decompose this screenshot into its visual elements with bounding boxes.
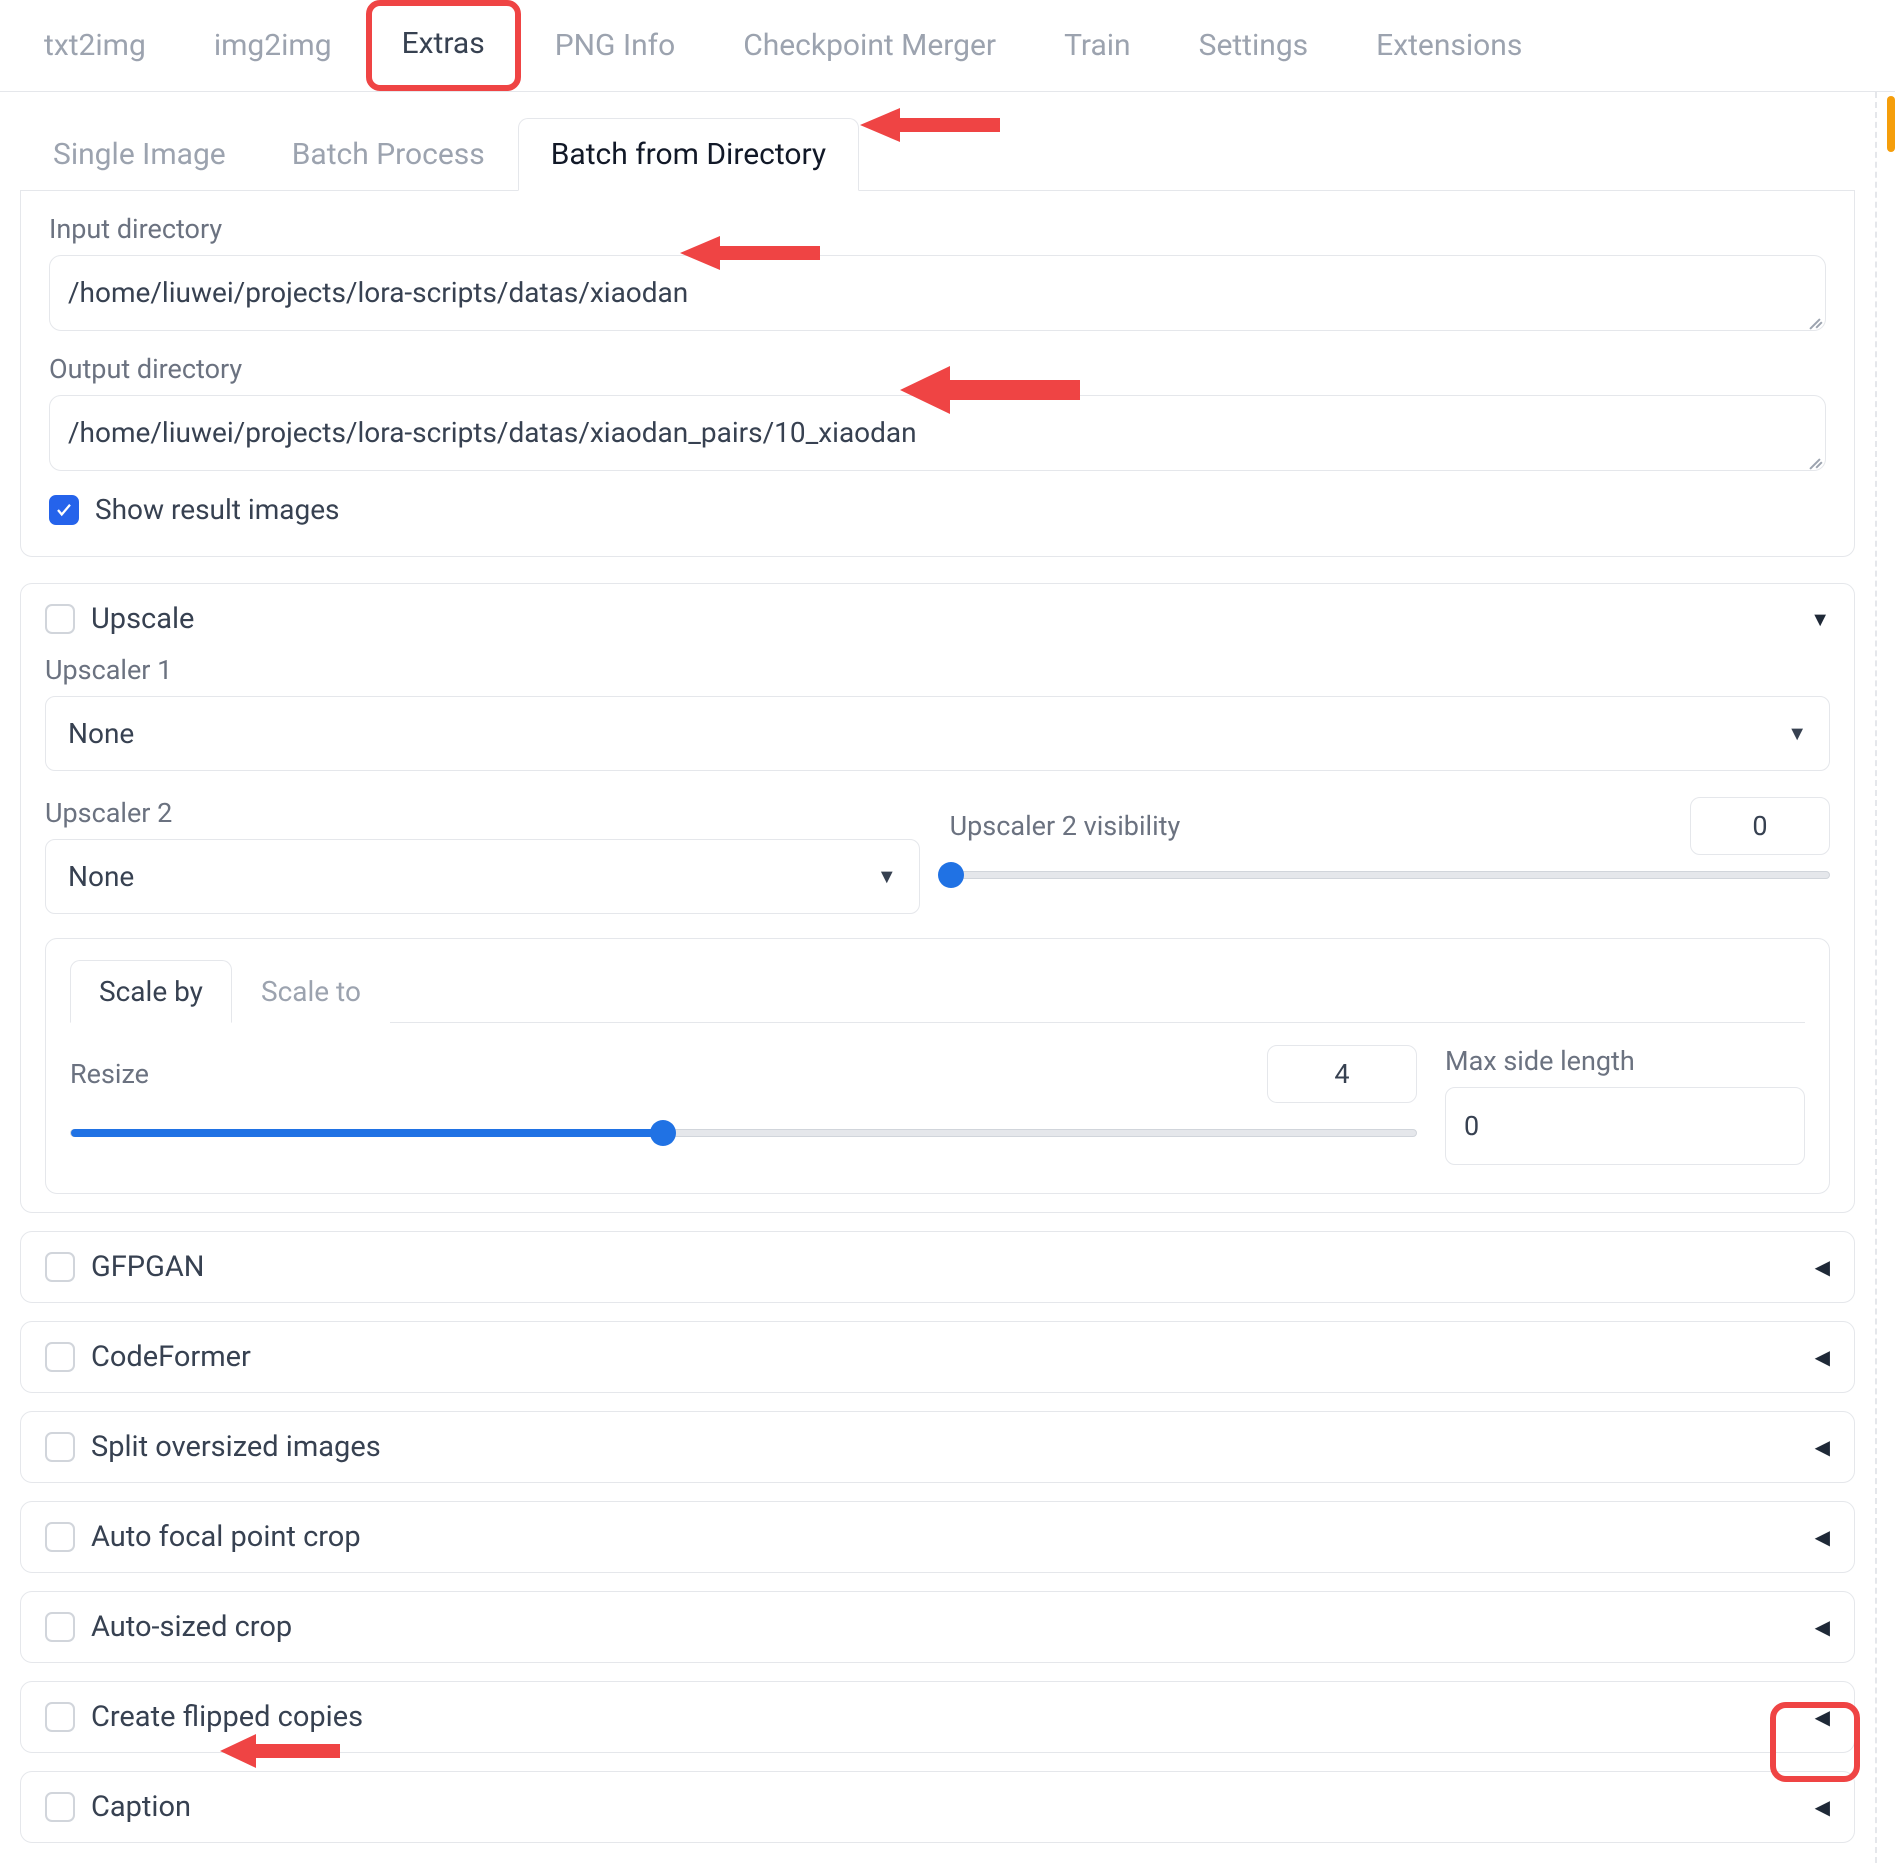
subtab-batch-from-directory[interactable]: Batch from Directory	[518, 118, 859, 191]
resize-label: Resize	[70, 1058, 149, 1090]
max-side-length-label: Max side length	[1445, 1045, 1805, 1077]
subtab-batch-process[interactable]: Batch Process	[259, 118, 518, 191]
input-directory-label: Input directory	[49, 213, 1826, 245]
chevron-left-icon[interactable]: ◀	[1815, 1345, 1830, 1369]
split-oversized-title: Split oversized images	[91, 1430, 1799, 1464]
caption-title: Caption	[91, 1790, 1799, 1824]
upscaler2-value: None	[68, 860, 134, 893]
auto-sized-checkbox[interactable]	[45, 1612, 75, 1642]
chevron-left-icon[interactable]: ◀	[1815, 1525, 1830, 1549]
resize-slider[interactable]	[70, 1129, 1417, 1137]
codeformer-checkbox[interactable]	[45, 1342, 75, 1372]
right-edge-marker	[1887, 96, 1895, 152]
auto-sized-title: Auto-sized crop	[91, 1610, 1799, 1644]
tab-scale-to[interactable]: Scale to	[232, 960, 390, 1023]
tab-img2img[interactable]: img2img	[180, 0, 366, 91]
upscale-title: Upscale	[91, 602, 1794, 636]
auto-focal-title: Auto focal point crop	[91, 1520, 1799, 1554]
flipped-copies-title: Create flipped copies	[91, 1700, 1799, 1734]
input-directory-field[interactable]: /home/liuwei/projects/lora-scripts/datas…	[49, 255, 1826, 331]
split-oversized-checkbox[interactable]	[45, 1432, 75, 1462]
tab-scale-by[interactable]: Scale by	[70, 960, 232, 1023]
flipped-copies-checkbox[interactable]	[45, 1702, 75, 1732]
tab-extras[interactable]: Extras	[366, 0, 521, 91]
tab-settings[interactable]: Settings	[1165, 0, 1343, 91]
caption-section: Caption ◀	[20, 1771, 1855, 1843]
tab-txt2img[interactable]: txt2img	[10, 0, 180, 91]
show-result-images-checkbox[interactable]	[49, 495, 79, 525]
resize-value[interactable]: 4	[1267, 1045, 1417, 1103]
upscaler2-visibility-value[interactable]: 0	[1690, 797, 1830, 855]
upscaler2-visibility-label: Upscaler 2 visibility	[950, 810, 1181, 842]
show-result-images-label: Show result images	[95, 493, 340, 526]
scale-panel: Scale by Scale to Resize 4	[45, 938, 1830, 1194]
codeformer-title: CodeFormer	[91, 1340, 1799, 1374]
gfpgan-checkbox[interactable]	[45, 1252, 75, 1282]
chevron-left-icon[interactable]: ◀	[1815, 1705, 1830, 1729]
split-oversized-section: Split oversized images ◀	[20, 1411, 1855, 1483]
upscaler1-value: None	[68, 717, 134, 750]
tab-png-info[interactable]: PNG Info	[521, 0, 709, 91]
show-result-images-row[interactable]: Show result images	[49, 493, 1826, 526]
chevron-down-icon[interactable]: ▼	[1810, 607, 1830, 632]
tab-train[interactable]: Train	[1030, 0, 1165, 91]
gfpgan-title: GFPGAN	[91, 1250, 1799, 1284]
upscale-section: Upscale ▼ Upscaler 1 None ▼ Upscaler 2 N…	[20, 583, 1855, 1213]
tab-checkpoint-merger[interactable]: Checkpoint Merger	[709, 0, 1030, 91]
upscaler1-dropdown[interactable]: None ▼	[45, 696, 1830, 771]
upscaler1-label: Upscaler 1	[45, 654, 1830, 686]
codeformer-section: CodeFormer ◀	[20, 1321, 1855, 1393]
chevron-down-icon: ▼	[877, 864, 897, 889]
upscale-checkbox[interactable]	[45, 604, 75, 634]
max-side-length-value[interactable]: 0	[1445, 1087, 1805, 1165]
output-directory-field[interactable]: /home/liuwei/projects/lora-scripts/datas…	[49, 395, 1826, 471]
output-directory-label: Output directory	[49, 353, 1826, 385]
upscaler2-label: Upscaler 2	[45, 797, 920, 829]
chevron-left-icon[interactable]: ◀	[1815, 1795, 1830, 1819]
chevron-left-icon[interactable]: ◀	[1815, 1435, 1830, 1459]
extras-sub-tabs: Single Image Batch Process Batch from Di…	[0, 92, 1875, 191]
subtab-single-image[interactable]: Single Image	[20, 118, 259, 191]
caption-checkbox[interactable]	[45, 1792, 75, 1822]
upscaler2-visibility-slider[interactable]	[950, 871, 1830, 879]
chevron-left-icon[interactable]: ◀	[1815, 1255, 1830, 1279]
auto-focal-section: Auto focal point crop ◀	[20, 1501, 1855, 1573]
main-tabs: txt2img img2img Extras PNG Info Checkpoi…	[0, 0, 1895, 92]
chevron-left-icon[interactable]: ◀	[1815, 1615, 1830, 1639]
auto-focal-checkbox[interactable]	[45, 1522, 75, 1552]
tab-extensions[interactable]: Extensions	[1342, 0, 1556, 91]
auto-sized-section: Auto-sized crop ◀	[20, 1591, 1855, 1663]
directory-panel: Input directory /home/liuwei/projects/lo…	[20, 191, 1855, 557]
flipped-copies-section: Create flipped copies ◀	[20, 1681, 1855, 1753]
chevron-down-icon: ▼	[1787, 721, 1807, 746]
upscaler2-dropdown[interactable]: None ▼	[45, 839, 920, 914]
gfpgan-section: GFPGAN ◀	[20, 1231, 1855, 1303]
